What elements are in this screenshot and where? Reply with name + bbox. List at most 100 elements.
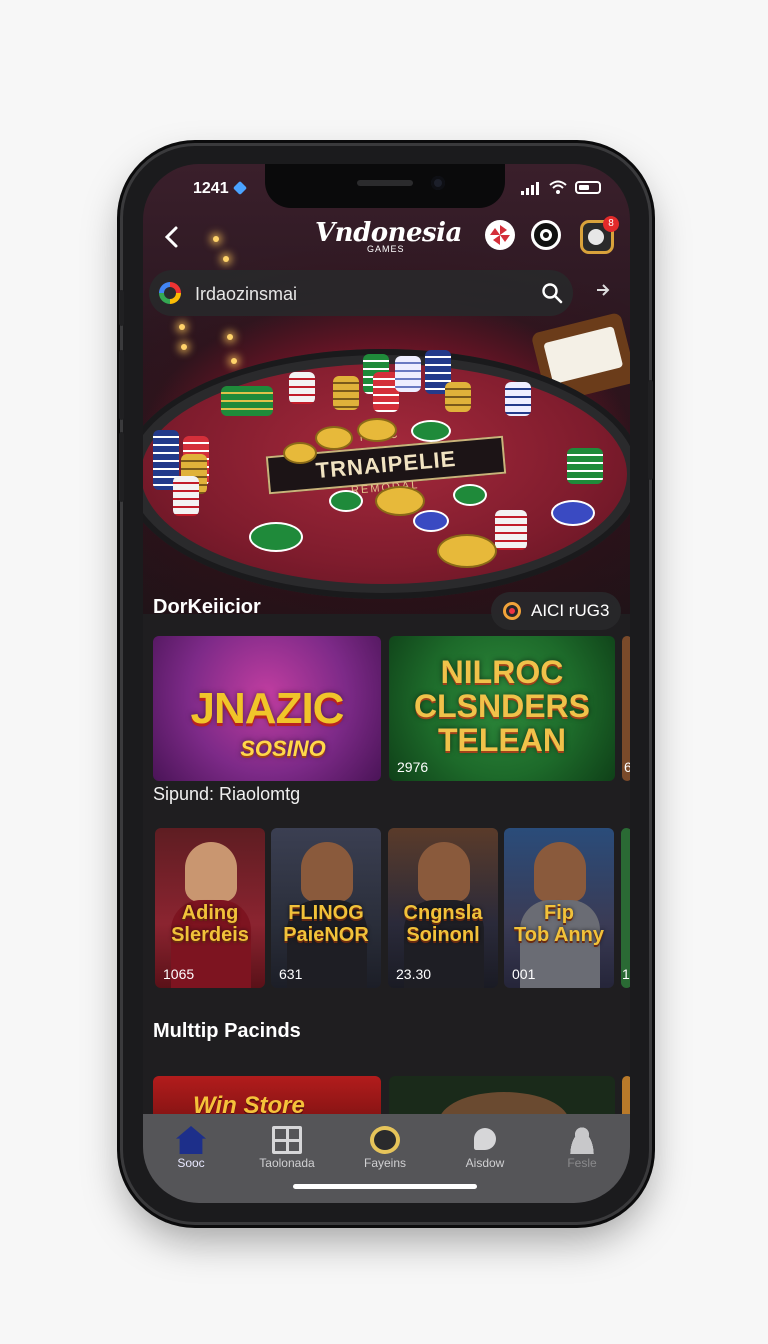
phone-mute-switch [119,290,124,326]
chip [413,510,449,532]
game-title: FLINOG [288,902,364,924]
phone-power-button [648,380,653,480]
tab-profile[interactable]: Fesle [534,1114,630,1184]
notification-badge: 8 [603,216,619,232]
share-arrow-icon[interactable] [595,282,611,303]
game-tile[interactable]: FLINOG PaieNOR 631 [271,828,381,988]
game-tile[interactable]: Cngnsla Soinonl 23.30 [388,828,498,988]
chip [315,426,353,450]
chip [357,418,397,442]
host-portrait [185,842,237,902]
signal-icon [521,182,539,195]
game-tile-partial[interactable]: 6 [622,636,630,781]
game-title-line2: CLSNDERS [413,688,590,724]
earpiece-speaker [357,180,413,186]
game-tile[interactable]: Ading Slerdeis 1065 [155,828,265,988]
section-title: Multtip Pacinds [153,1020,301,1042]
player-count: 1065 [163,966,195,982]
chip [437,534,497,568]
game-title: Fip [544,902,574,924]
live-games-button[interactable]: AICI rUG3 [491,592,621,630]
chip-stack [395,356,421,392]
section-caption: Sipund: Riaolomtg [153,784,301,804]
tab-label: Fesle [567,1156,597,1170]
chevron-left-icon [164,226,178,248]
game-subtitle: SOSINO [240,736,326,761]
game-subtitle: Soinonl [406,924,480,946]
game-tile[interactable]: JNAZIC SOSINO [153,636,381,781]
game-title-line3: TELEAN [438,722,566,758]
light-bulb [179,324,185,330]
status-time: 1241 [193,180,229,197]
location-icon [232,180,248,196]
app-screen: AEID PROC TRNAIPELIE REMODAL 1241 [143,164,630,1203]
game-subtitle: Slerdeis [171,924,249,946]
tab-chat[interactable]: Aisdow [437,1114,533,1184]
chip-stack [567,448,603,484]
app-header: Vndonesia GAMES 8 [143,214,630,264]
notch [265,164,505,208]
chat-icon [474,1128,496,1150]
player-count: 2976 [397,759,429,775]
host-portrait [534,842,586,902]
game-subtitle: Tob Anny [514,924,604,946]
game-title: Cngnsla [403,902,483,924]
host-portrait [418,842,470,902]
coin-icon [370,1126,400,1154]
player-count: 1 [622,966,630,982]
game-tile[interactable]: NILROC CLSNDERS TELEAN 2976 [389,636,615,781]
light-bulb [231,358,237,364]
chip [375,486,425,516]
chip [411,420,451,442]
search-icon[interactable] [541,282,563,304]
tab-label: Taolonada [259,1156,315,1170]
chip-stack [445,382,471,412]
tab-label: Aisdow [465,1156,505,1170]
back-button[interactable] [157,222,187,252]
tab-lobby[interactable]: Taolonada [239,1114,335,1184]
tab-payments[interactable]: Fayeins [337,1114,433,1184]
game-title: NILROC [440,654,564,690]
chip [249,522,303,552]
player-count: 631 [279,966,303,982]
game-subtitle: PaieNOR [283,924,369,946]
tab-label: Sooc [177,1156,205,1170]
chip [283,442,317,464]
light-bulb [227,334,233,340]
phone-volume-down [119,432,124,502]
user-icon [567,1126,597,1154]
player-count: 001 [512,966,536,982]
front-camera [431,176,445,190]
settings-button[interactable] [531,220,561,250]
player-count: 6 [624,759,630,775]
home-icon [176,1126,206,1154]
game-tile-partial[interactable]: 1 [621,828,630,988]
home-indicator[interactable] [293,1184,477,1189]
chip-stack [173,476,199,516]
live-games-label: AICI rUG3 [531,601,610,620]
game-title: Ading [181,902,239,924]
live-icon [503,602,521,620]
battery-icon [575,181,601,194]
pinwheel-button[interactable] [485,220,515,250]
game-tile[interactable]: Fip Tob Anny 001 [504,828,614,988]
app-logo: Vndonesia GAMES [315,218,462,254]
pinwheel-icon [490,225,510,245]
chip-stack [333,376,359,410]
search-input[interactable] [193,278,527,310]
bottom-tab-bar: Sooc Taolonada Fayeins Aisdow Fesle [143,1114,630,1203]
section-title: DorKeiicior [153,596,261,618]
chip [453,484,487,506]
chip-stack [495,510,527,550]
light-bulb [181,344,187,350]
playing-cards [543,326,624,385]
chip [329,490,363,512]
grid-icon [272,1126,302,1154]
phone-volume-up [119,350,124,420]
tab-label: Fayeins [363,1156,407,1170]
search-bar[interactable] [149,270,573,316]
chip-stack [221,386,273,416]
chip-stack [505,382,531,416]
host-portrait [301,842,353,902]
tab-home[interactable]: Sooc [143,1114,239,1184]
